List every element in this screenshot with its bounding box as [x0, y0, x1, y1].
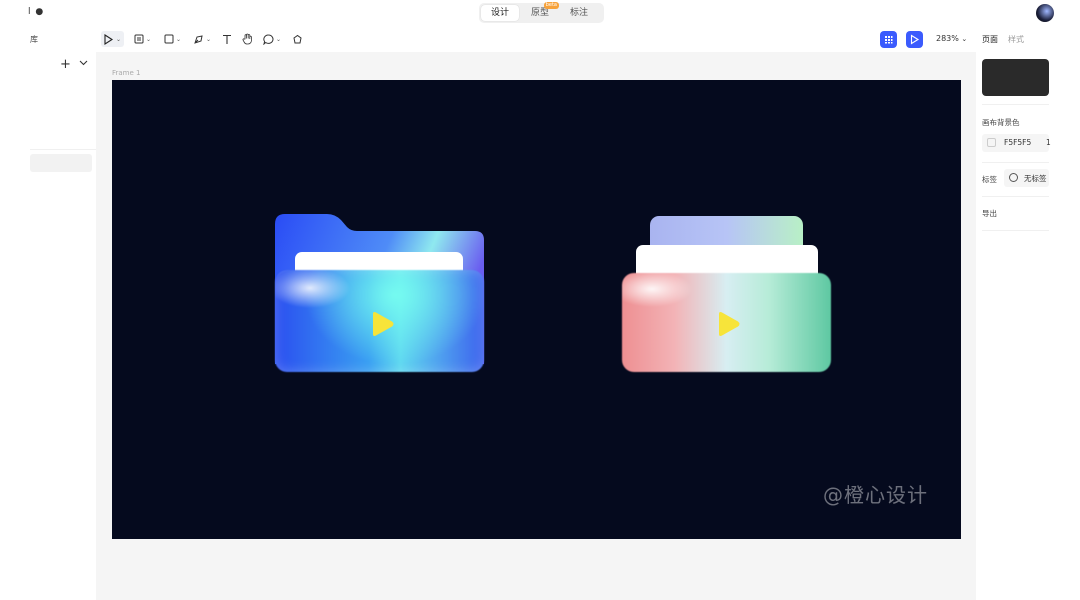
- top-bar: l ● 设计 原型 beta 标注: [0, 0, 1080, 26]
- hand-tool[interactable]: [242, 31, 253, 47]
- tag-select[interactable]: 无标签: [1004, 169, 1049, 187]
- text-tool[interactable]: [222, 31, 232, 47]
- layers-panel: 库 +: [0, 26, 96, 600]
- chevron-down-icon[interactable]: [79, 59, 88, 69]
- tab-style[interactable]: 样式: [1008, 34, 1024, 45]
- mode-switch: 设计 原型 beta 标注: [479, 2, 604, 23]
- layer-item[interactable]: [30, 154, 92, 172]
- properties-panel: 页面 样式 画布背景色 F5F5F5 1 标签 无标签 导出: [976, 26, 1080, 600]
- folder-video-icon-blue[interactable]: [275, 214, 485, 374]
- color-swatch[interactable]: [987, 138, 996, 147]
- panel-tabs: 页面 样式: [982, 34, 1024, 45]
- play-outline-icon: [910, 34, 920, 45]
- plugin-icon: [293, 34, 302, 43]
- frame-tool[interactable]: ⌄: [134, 31, 151, 47]
- watermark: @橙心设计: [823, 483, 928, 507]
- grid-toggle-button[interactable]: [880, 31, 897, 48]
- avatar[interactable]: [1036, 4, 1054, 22]
- circle-icon: [1009, 173, 1018, 182]
- tag-label: 标签: [982, 175, 997, 184]
- play-icon: [719, 312, 740, 336]
- frame-preview-thumbnail[interactable]: [982, 59, 1049, 96]
- library-label[interactable]: 库: [30, 34, 38, 45]
- tab-annotate[interactable]: 标注: [561, 5, 597, 21]
- shape-tool[interactable]: ⌄: [164, 31, 181, 47]
- zoom-dropdown[interactable]: 283% ⌄: [936, 34, 967, 43]
- chevron-down-icon: ⌄: [961, 35, 968, 43]
- comment-tool[interactable]: ⌄: [263, 31, 281, 47]
- zoom-value: 283%: [936, 34, 959, 43]
- color-hex-value[interactable]: F5F5F5: [1004, 138, 1031, 147]
- color-opacity-value[interactable]: 1: [1046, 138, 1051, 147]
- frame[interactable]: @橙心设计: [112, 80, 961, 539]
- canvas-bg-label: 画布背景色: [982, 118, 1020, 127]
- divider: [982, 104, 1049, 105]
- export-label[interactable]: 导出: [982, 208, 997, 219]
- hand-icon: [242, 33, 252, 45]
- frame-label[interactable]: Frame 1: [112, 69, 141, 77]
- grid-icon: [885, 36, 893, 44]
- divider: [982, 162, 1049, 163]
- canvas-area[interactable]: Frame 1 @橙心设计: [96, 52, 976, 600]
- tab-design[interactable]: 设计: [481, 5, 519, 21]
- plus-icon[interactable]: +: [60, 57, 71, 72]
- cursor-icon: [104, 33, 114, 45]
- folder-video-icon-pastel[interactable]: [621, 214, 833, 374]
- tag-value: 无标签: [1024, 174, 1047, 183]
- text-icon: [223, 34, 231, 44]
- canvas-bg-color-field[interactable]: F5F5F5 1: [982, 134, 1051, 152]
- beta-badge: beta: [543, 2, 559, 9]
- toolbar: ⌄ ⌄ ⌄ ⌄ ⌄ 283% ⌄: [96, 26, 976, 52]
- pen-icon: [194, 34, 203, 44]
- frame-icon: [134, 34, 144, 44]
- rectangle-icon: [164, 34, 174, 44]
- divider: [30, 149, 96, 150]
- play-icon: [373, 312, 394, 336]
- file-menu[interactable]: l ●: [28, 7, 44, 17]
- tab-page[interactable]: 页面: [982, 34, 998, 45]
- comment-icon: [263, 33, 274, 45]
- divider: [982, 230, 1049, 231]
- pen-tool[interactable]: ⌄: [193, 31, 211, 47]
- plugin-tool[interactable]: [292, 31, 303, 47]
- preview-button[interactable]: [906, 31, 923, 48]
- divider: [982, 196, 1049, 197]
- move-tool[interactable]: ⌄: [101, 31, 125, 47]
- tab-prototype[interactable]: 原型 beta: [519, 2, 561, 21]
